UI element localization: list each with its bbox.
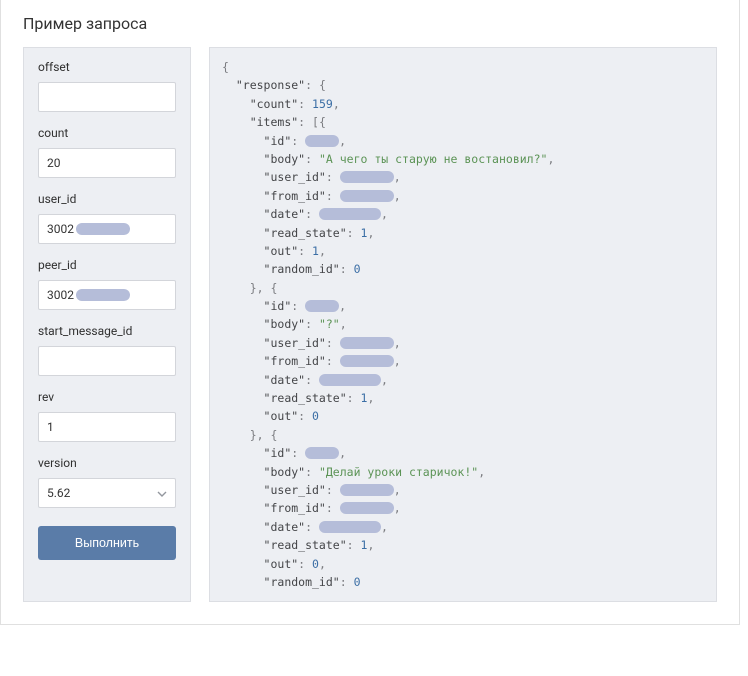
param-start-message-id: start_message_id — [38, 324, 176, 376]
api-example-card: Пример запроса offset count user_id peer… — [0, 0, 740, 625]
param-label: user_id — [38, 192, 176, 206]
redaction-mask — [76, 223, 130, 235]
params-sidebar: offset count user_id peer_id — [23, 47, 191, 602]
param-peer-id: peer_id — [38, 258, 176, 310]
version-value: 5.62 — [47, 486, 70, 500]
redaction-mask — [305, 300, 339, 312]
version-select[interactable]: 5.62 — [38, 478, 176, 508]
redaction-mask — [319, 521, 381, 533]
rev-input[interactable] — [38, 412, 176, 442]
param-offset: offset — [38, 60, 176, 112]
redaction-mask — [76, 289, 130, 301]
param-rev: rev — [38, 390, 176, 442]
run-button[interactable]: Выполнить — [38, 526, 176, 560]
redaction-mask — [340, 484, 394, 496]
offset-input[interactable] — [38, 82, 176, 112]
redaction-mask — [305, 447, 339, 459]
param-label: rev — [38, 390, 176, 404]
redaction-mask — [340, 355, 394, 367]
card-body: offset count user_id peer_id — [1, 47, 739, 624]
card-title: Пример запроса — [1, 0, 739, 47]
param-label: offset — [38, 60, 176, 74]
count-input[interactable] — [38, 148, 176, 178]
chevron-down-icon — [157, 488, 167, 498]
param-label: start_message_id — [38, 324, 176, 338]
start-message-id-input[interactable] — [38, 346, 176, 376]
redaction-mask — [340, 190, 394, 202]
param-label: count — [38, 126, 176, 140]
redaction-mask — [340, 171, 394, 183]
response-panel: { "response": { "count": 159, "items": [… — [209, 47, 717, 602]
redaction-mask — [319, 208, 381, 220]
param-user-id: user_id — [38, 192, 176, 244]
param-version: version 5.62 — [38, 456, 176, 508]
param-label: version — [38, 456, 176, 470]
param-count: count — [38, 126, 176, 178]
redaction-mask — [319, 374, 381, 386]
redaction-mask — [305, 135, 339, 147]
redaction-mask — [340, 502, 394, 514]
redaction-mask — [340, 337, 394, 349]
param-label: peer_id — [38, 258, 176, 272]
